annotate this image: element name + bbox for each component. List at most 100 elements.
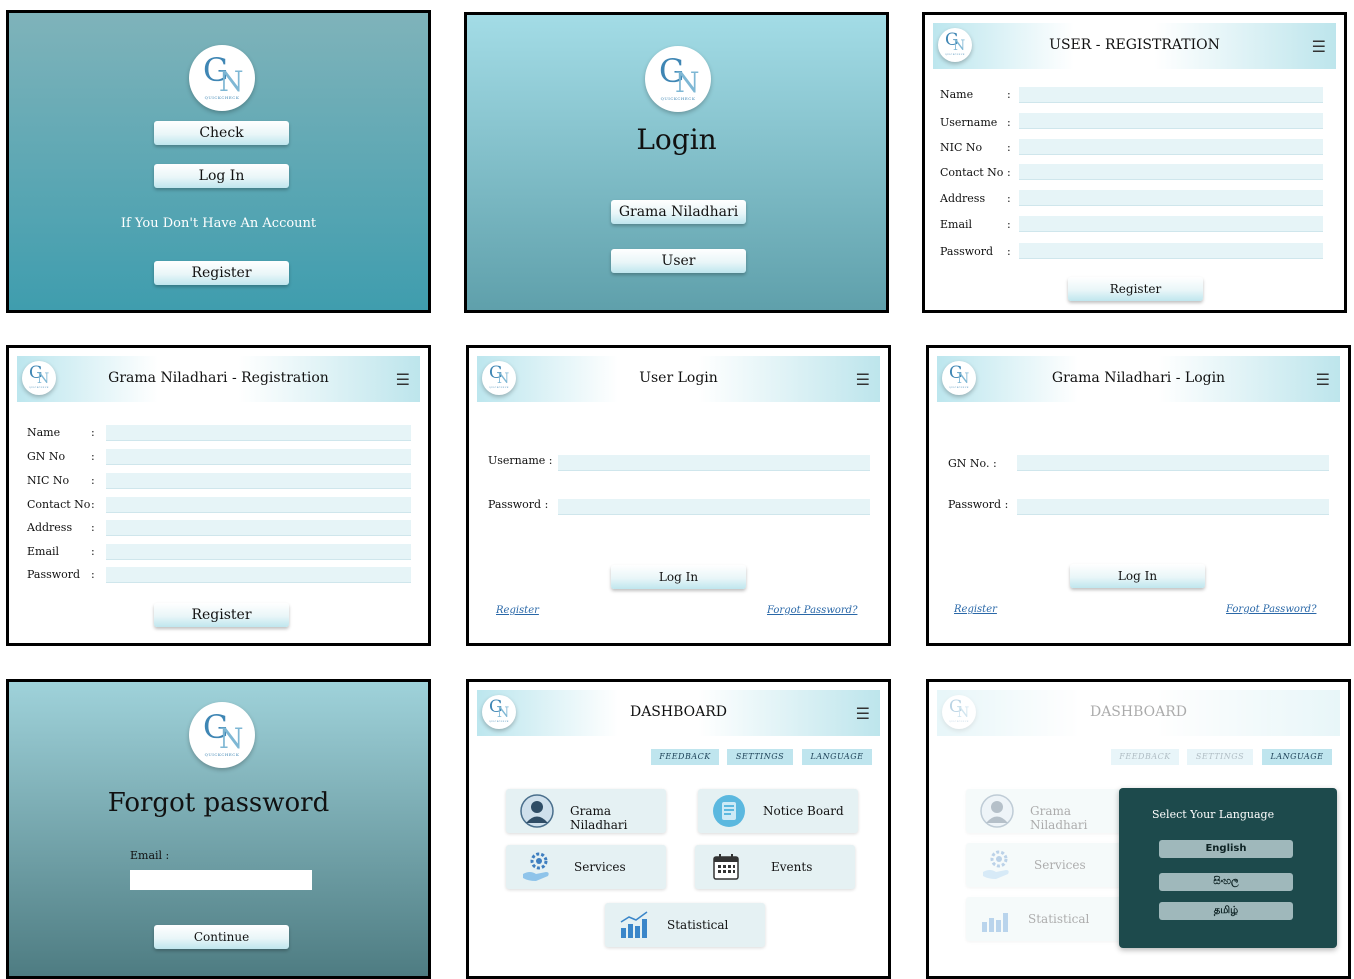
register-link[interactable]: Register <box>954 604 997 615</box>
grama-niladhari-card[interactable]: Grama Niladhari <box>506 789 666 833</box>
address-field[interactable] <box>1019 190 1323 206</box>
address-field[interactable] <box>106 520 411 536</box>
colon: : <box>91 426 95 439</box>
settings-button[interactable]: SETTINGS <box>1187 749 1253 765</box>
password-label: Password <box>27 568 81 581</box>
language-option-english[interactable]: English <box>1159 840 1293 858</box>
login-button[interactable]: Log In <box>1070 564 1205 588</box>
password-label: Password <box>940 245 994 258</box>
username-label: Username <box>940 116 998 129</box>
password-label: Password : <box>948 498 1009 511</box>
user-button[interactable]: User <box>611 249 746 273</box>
nic-field[interactable] <box>106 473 411 489</box>
name-field[interactable] <box>106 425 411 441</box>
popup-title: Select Your Language <box>1152 808 1275 821</box>
app-header: G N QUICKCHECK DASHBOARD ☰ <box>477 690 880 736</box>
contact-label: Contact No <box>940 166 1004 179</box>
gn-no-field[interactable] <box>1017 455 1329 471</box>
nic-label: NIC No <box>27 474 70 487</box>
nic-field[interactable] <box>1019 139 1323 155</box>
events-card[interactable]: Events <box>695 845 855 889</box>
forgot-password-link[interactable]: Forgot Password? <box>767 605 857 616</box>
email-field[interactable] <box>106 544 411 560</box>
menu-icon[interactable]: ☰ <box>856 370 870 389</box>
register-button[interactable]: Register <box>154 261 289 285</box>
colon: : <box>91 498 95 511</box>
dashboard-screen: G N QUICKCHECK DASHBOARD ☰ FEEDBACK SETTIN… <box>466 679 891 979</box>
colon: : <box>1007 192 1011 205</box>
name-label: Name <box>940 88 974 101</box>
login-button[interactable]: Log In <box>611 565 746 589</box>
check-button[interactable]: Check <box>154 121 289 145</box>
register-link[interactable]: Register <box>496 605 539 616</box>
forgot-password-link[interactable]: Forgot Password? <box>1226 604 1316 615</box>
app-logo: G N QUICKCHECK <box>645 46 711 112</box>
app-logo: G N QUICKCHECK <box>189 702 255 768</box>
card-label: Statistical <box>667 918 729 932</box>
feedback-button[interactable]: FEEDBACK <box>1111 749 1179 765</box>
contact-field[interactable] <box>1019 164 1323 180</box>
password-field[interactable] <box>558 499 870 515</box>
email-field[interactable] <box>1019 216 1323 232</box>
services-card[interactable]: Services <box>506 845 666 889</box>
statistical-card[interactable]: Statistical <box>966 897 1126 941</box>
password-field[interactable] <box>1017 499 1329 515</box>
page-title: Grama Niladhari - Registration <box>108 370 329 386</box>
password-field[interactable] <box>1019 243 1323 259</box>
user-login-screen: G N QUICKCHECK User Login ☰ Username : Pas… <box>466 345 891 646</box>
contact-field[interactable] <box>106 497 411 513</box>
page-title: Login <box>636 123 717 156</box>
name-field[interactable] <box>1019 87 1323 103</box>
language-option-sinhala[interactable]: සිංහල <box>1159 873 1293 891</box>
language-button[interactable]: LANGUAGE <box>1262 749 1332 765</box>
colon: : <box>1007 141 1011 154</box>
colon: : <box>91 568 95 581</box>
user-registration-screen: G N QUICKCHECK USER - REGISTRATION ☰ Name … <box>922 12 1347 313</box>
login-button[interactable]: Log In <box>154 164 289 188</box>
gn-no-field[interactable] <box>106 449 411 465</box>
colon: : <box>1007 245 1011 258</box>
register-button[interactable]: Register <box>154 603 289 627</box>
services-icon <box>520 850 554 884</box>
menu-icon[interactable]: ☰ <box>1316 370 1330 389</box>
notice-board-card[interactable]: Notice Board <box>698 789 858 833</box>
gn-login-screen: G N QUICKCHECK Grama Niladhari - Login ☰ G… <box>926 345 1351 646</box>
password-field[interactable] <box>106 567 411 583</box>
grama-niladhari-card[interactable]: Grama Niladhari <box>966 789 1126 833</box>
statistical-card[interactable]: Statistical <box>605 903 765 947</box>
menu-icon[interactable]: ☰ <box>396 370 410 389</box>
services-icon <box>980 848 1014 882</box>
colon: : <box>1007 166 1011 179</box>
register-button[interactable]: Register <box>1068 277 1203 301</box>
username-field[interactable] <box>558 455 870 471</box>
username-label: Username : <box>488 454 553 467</box>
continue-button[interactable]: Continue <box>154 925 289 949</box>
card-label: Grama Niladhari <box>1030 804 1088 832</box>
app-header: G N QUICKCHECK User Login ☰ <box>477 356 880 402</box>
card-label: Events <box>771 860 813 874</box>
language-button[interactable]: LANGUAGE <box>802 749 872 765</box>
forgot-password-screen: G N QUICKCHECK Forgot password Email : Con… <box>6 679 431 979</box>
language-option-tamil[interactable]: தமிழ் <box>1159 902 1293 920</box>
statistics-icon <box>617 908 651 942</box>
email-label: Email : <box>130 849 170 862</box>
menu-icon[interactable]: ☰ <box>1312 37 1326 56</box>
services-card[interactable]: Services <box>966 843 1126 887</box>
notice-board-icon <box>712 794 746 828</box>
username-field[interactable] <box>1019 113 1323 129</box>
page-title: User Login <box>639 370 718 386</box>
calendar-icon <box>709 850 743 884</box>
page-title: DASHBOARD <box>629 704 728 720</box>
grama-niladhari-button[interactable]: Grama Niladhari <box>611 200 746 224</box>
no-account-text: If You Don't Have An Account <box>120 216 317 231</box>
colon: : <box>1007 88 1011 101</box>
menu-icon[interactable]: ☰ <box>856 704 870 723</box>
email-input[interactable] <box>130 870 312 890</box>
card-label: Notice Board <box>763 804 844 818</box>
settings-button[interactable]: SETTINGS <box>727 749 793 765</box>
address-label: Address <box>940 192 986 205</box>
app-header: G N QUICKCHECK DASHBOARD <box>937 690 1340 736</box>
card-label: Grama Niladhari <box>570 804 628 832</box>
gn-registration-screen: G N QUICKCHECK Grama Niladhari - Registrat… <box>6 345 431 646</box>
feedback-button[interactable]: FEEDBACK <box>651 749 719 765</box>
